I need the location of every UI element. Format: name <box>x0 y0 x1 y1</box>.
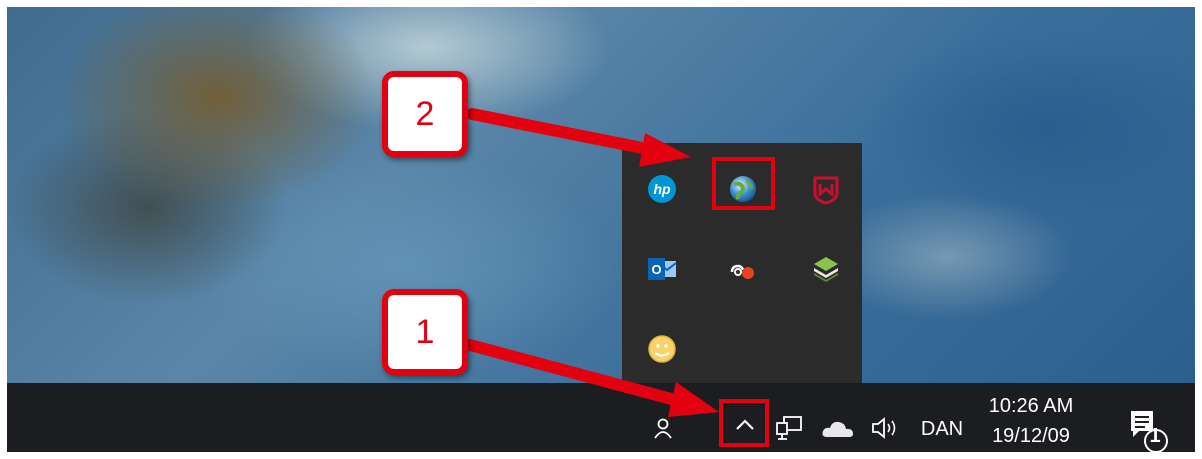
clock-date: 19/12/09 <box>992 425 1070 447</box>
screenshot-frame: hp O DAN 10:26 AM 19/12/09 1 2 1 <box>0 0 1202 459</box>
svg-text:hp: hp <box>653 181 671 197</box>
layers-icon[interactable] <box>808 251 844 287</box>
cloud-sync-icon[interactable] <box>725 251 761 287</box>
svg-text:O: O <box>651 262 661 277</box>
action-center-button[interactable]: 1 <box>1122 403 1172 452</box>
notification-count: 1 <box>1149 425 1161 447</box>
clock-time: 10:26 AM <box>988 395 1074 417</box>
globe-icon-highlight <box>712 157 775 210</box>
network-icon[interactable] <box>773 411 807 445</box>
smiley-icon[interactable] <box>644 331 680 367</box>
onedrive-icon[interactable] <box>820 413 856 443</box>
step-2-callout: 2 <box>382 71 468 157</box>
input-language-indicator[interactable]: DAN <box>911 411 973 447</box>
outlook-icon[interactable]: O <box>644 251 680 287</box>
clock[interactable]: 10:26 AM 19/12/09 <box>975 391 1087 451</box>
chevron-highlight <box>719 399 769 447</box>
taskbar: DAN 10:26 AM 19/12/09 1 <box>7 383 1195 452</box>
people-icon[interactable] <box>649 413 679 443</box>
hp-icon[interactable]: hp <box>644 171 680 207</box>
step-1-callout: 1 <box>382 289 468 375</box>
desktop-wallpaper <box>7 7 1195 383</box>
mcafee-icon[interactable] <box>808 171 844 207</box>
volume-icon[interactable] <box>867 411 903 445</box>
